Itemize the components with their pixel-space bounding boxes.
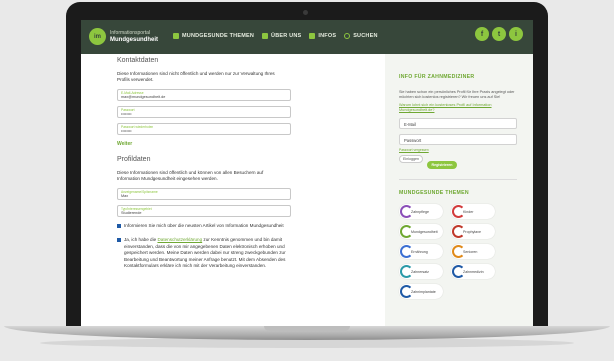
nav-item-themen[interactable]: MUNDGESUNDE THEMEN bbox=[173, 33, 254, 39]
topic-pill[interactable]: Senioren bbox=[451, 244, 495, 259]
email-field[interactable]: E-Mail-Adresse max@mundgesundheit.de bbox=[117, 88, 291, 101]
section-text-contact: Diese Informationen sind nicht öffentlic… bbox=[117, 70, 275, 83]
divider bbox=[399, 179, 517, 180]
display-name-field[interactable]: Anzeigename/Spitzname Max bbox=[117, 187, 291, 200]
logo-tagline: Informationsportal bbox=[110, 29, 151, 36]
menu-icon bbox=[262, 33, 269, 39]
password-field[interactable]: Passwort •••••••• bbox=[117, 105, 291, 118]
section-title-contact: Kontaktdaten bbox=[117, 57, 159, 64]
nav-item-ueber-uns[interactable]: ÜBER UNS bbox=[262, 33, 301, 39]
nav-item-infos[interactable]: INFOS bbox=[309, 33, 336, 39]
login-text: Sie haben schon ein persönliches Profil … bbox=[399, 90, 515, 99]
topic-ring-icon bbox=[400, 205, 413, 218]
login-title: INFO FÜR ZAHNMEDIZINER bbox=[399, 74, 475, 80]
topic-ring-icon bbox=[400, 245, 413, 258]
newsletter-checkbox-row[interactable]: Informieren Sie mich über die neusten Ar… bbox=[117, 223, 293, 230]
facebook-icon[interactable]: f bbox=[475, 27, 489, 41]
topic-ring-icon bbox=[452, 225, 465, 238]
topic-ring-icon bbox=[452, 205, 465, 218]
logo-icon: im bbox=[89, 28, 106, 45]
topic-pill[interactable]: Zahnimplantate bbox=[399, 284, 443, 299]
grid-icon bbox=[173, 33, 179, 39]
logo-name: Mundgesundheit bbox=[110, 36, 158, 43]
why-profile-link[interactable]: Warum lohnt sich ein kostenloses Profil … bbox=[399, 103, 509, 113]
nav-item-suchen[interactable]: SUCHEN bbox=[344, 33, 377, 39]
site-header: im Informationsportal Mundgesundheit MUN… bbox=[81, 20, 533, 54]
topic-pill[interactable]: Kinder bbox=[451, 204, 495, 219]
camera-icon bbox=[303, 10, 308, 15]
section-text-profile: Diese Informationen sind öffentlich und … bbox=[117, 169, 264, 182]
site-logo[interactable]: im Informationsportal Mundgesundheit bbox=[89, 28, 158, 45]
topic-pill[interactable]: Zahnmedizin bbox=[451, 264, 495, 279]
topic-ring-icon bbox=[400, 285, 413, 298]
topic-pill[interactable]: Zahnpflege bbox=[399, 204, 443, 219]
topic-pill[interactable]: Ernährung bbox=[399, 244, 443, 259]
search-icon bbox=[344, 33, 351, 39]
topic-ring-icon bbox=[400, 225, 413, 238]
topic-pill[interactable]: Mundgesundheit bbox=[399, 224, 443, 239]
login-email-input[interactable]: E-Mail bbox=[399, 118, 517, 129]
topic-ring-icon bbox=[452, 245, 465, 258]
topic-pill[interactable]: Zahnersatz bbox=[399, 264, 443, 279]
topic-pill[interactable]: Prophylaxe bbox=[451, 224, 495, 239]
forgot-password-link[interactable]: Passwort vergessen bbox=[399, 148, 533, 152]
password-repeat-field[interactable]: Passwort wiederholen •••••••• bbox=[117, 122, 291, 135]
main-nav: MUNDGESUNDE THEMEN ÜBER UNS INFOS SUCHEN bbox=[173, 33, 378, 39]
newsletter-label: Informieren Sie mich über die neusten Ar… bbox=[124, 222, 284, 228]
device-mockup: im Informationsportal Mundgesundheit MUN… bbox=[0, 0, 614, 361]
social-links: f t i bbox=[475, 27, 523, 41]
next-link[interactable]: Weiter bbox=[117, 141, 339, 148]
checkbox-checked-icon[interactable] bbox=[117, 223, 121, 228]
privacy-link[interactable]: Datenschutzerklärung bbox=[157, 237, 202, 242]
laptop-notch bbox=[264, 326, 350, 331]
topic-ring-icon bbox=[452, 265, 465, 278]
topics-title: MUNDGESUNDE THEMEN bbox=[399, 190, 469, 196]
register-button[interactable]: Registrieren bbox=[427, 161, 457, 169]
topics-list: Zahnpflege Kinder Mundgesundheit Prophyl… bbox=[399, 204, 523, 299]
login-button[interactable]: Einloggen bbox=[399, 155, 423, 163]
instagram-icon[interactable]: i bbox=[509, 27, 523, 41]
browser-viewport: im Informationsportal Mundgesundheit MUN… bbox=[81, 20, 533, 326]
login-password-input[interactable]: Passwort bbox=[399, 134, 517, 145]
topic-ring-icon bbox=[400, 265, 413, 278]
registration-form: Kontaktdaten Diese Informationen sind ni… bbox=[117, 54, 339, 326]
twitter-icon[interactable]: t bbox=[492, 27, 506, 41]
section-title-profile: Profildaten bbox=[117, 156, 151, 163]
privacy-checkbox-row[interactable]: Ja, ich habe die Datenschutzerklärung zu… bbox=[117, 237, 293, 270]
sidebar: INFO FÜR ZAHNMEDIZINER Sie haben schon e… bbox=[385, 54, 533, 326]
info-icon bbox=[309, 33, 316, 39]
interest-field[interactable]: Typ/Interessengebiet Studierende bbox=[117, 204, 291, 217]
checkbox-checked-icon[interactable] bbox=[117, 238, 121, 242]
